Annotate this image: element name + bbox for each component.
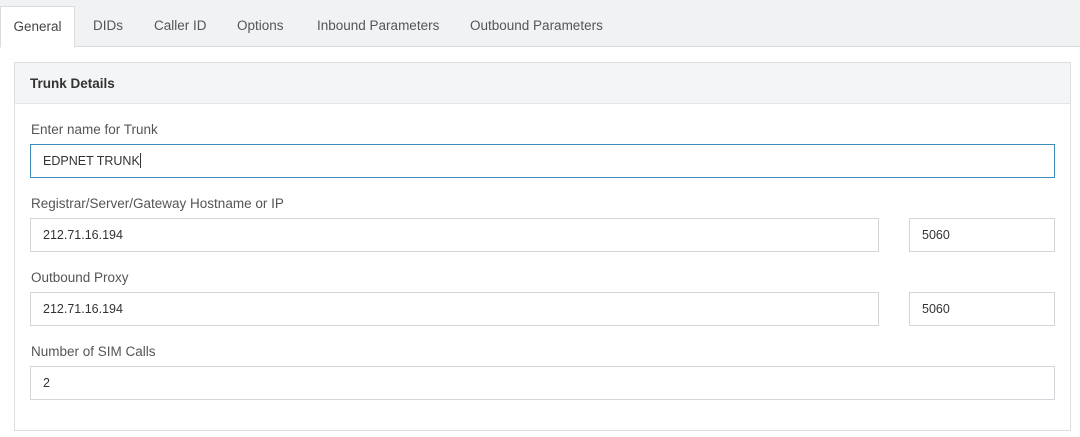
registrar-host-value: 212.71.16.194 (43, 228, 123, 242)
sim-calls-label: Number of SIM Calls (31, 344, 156, 359)
trunk-details-panel: Trunk Details Enter name for Trunk EDPNE… (14, 62, 1071, 431)
registrar-port-input[interactable]: 5060 (909, 218, 1055, 252)
tab-dids[interactable]: DIDs (93, 6, 123, 47)
tab-caller-id[interactable]: Caller ID (154, 6, 207, 47)
registrar-host-input[interactable]: 212.71.16.194 (30, 218, 879, 252)
sim-calls-input[interactable]: 2 (30, 366, 1055, 400)
tab-bar: General DIDs Caller ID Options Inbound P… (0, 0, 1080, 48)
outbound-proxy-label: Outbound Proxy (31, 270, 129, 285)
outbound-proxy-host-value: 212.71.16.194 (43, 302, 123, 316)
trunk-name-label: Enter name for Trunk (31, 122, 158, 137)
outbound-proxy-port-input[interactable]: 5060 (909, 292, 1055, 326)
panel-title: Trunk Details (30, 76, 115, 91)
registrar-label: Registrar/Server/Gateway Hostname or IP (31, 196, 284, 211)
sim-calls-value: 2 (43, 376, 50, 390)
outbound-proxy-port-value: 5060 (922, 302, 950, 316)
outbound-proxy-host-input[interactable]: 212.71.16.194 (30, 292, 879, 326)
tab-general[interactable]: General (0, 6, 75, 48)
tab-outbound-parameters[interactable]: Outbound Parameters (470, 6, 603, 47)
panel-header: Trunk Details (15, 63, 1070, 104)
trunk-name-value: EDPNET TRUNK (43, 154, 140, 168)
tab-options[interactable]: Options (237, 6, 284, 47)
text-caret (139, 153, 141, 169)
trunk-name-input[interactable]: EDPNET TRUNK (30, 144, 1055, 178)
tab-inbound-parameters[interactable]: Inbound Parameters (317, 6, 439, 47)
registrar-port-value: 5060 (922, 228, 950, 242)
